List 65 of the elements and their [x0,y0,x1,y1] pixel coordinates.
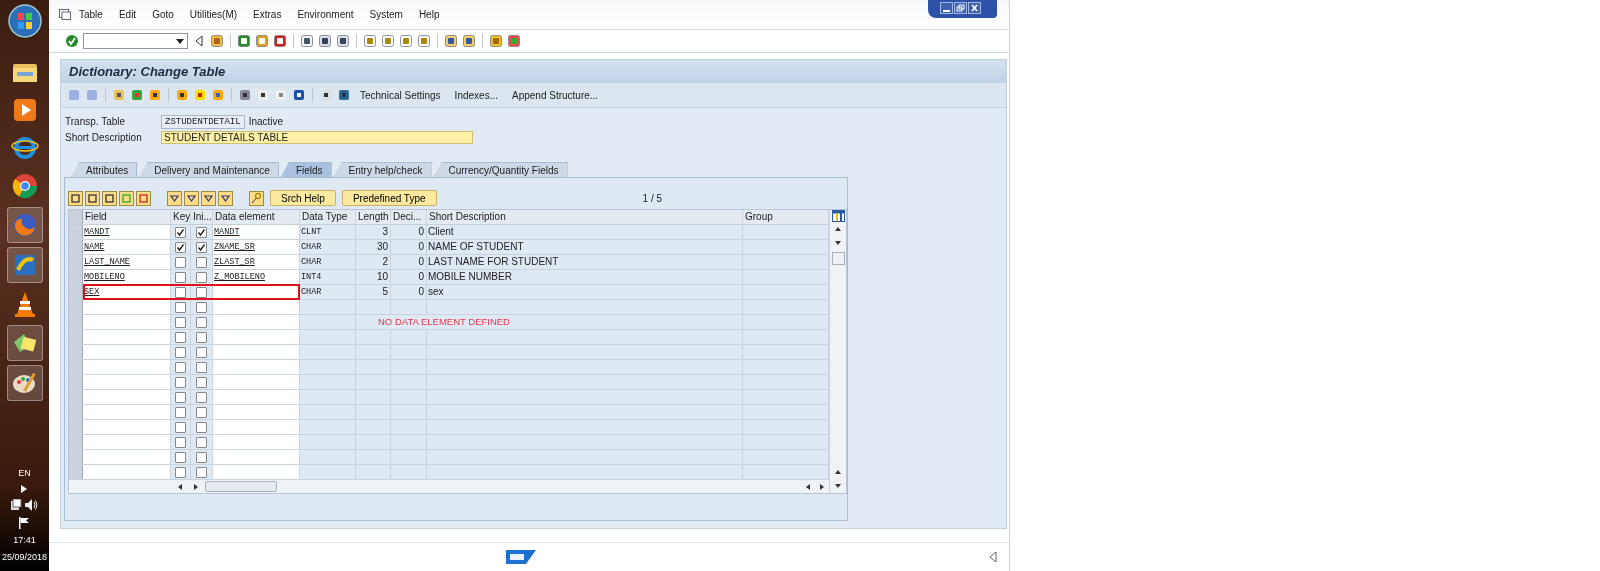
field-name-cell[interactable]: LAST_NAME [83,255,171,269]
language-indicator[interactable]: EN [18,468,31,479]
description-cell: LAST NAME FOR STUDENT [427,255,743,269]
description-field[interactable]: STUDENT DETAILS TABLE [161,131,473,144]
data-type-cell: INT4 [300,270,356,284]
length-cell: 30 [356,240,391,254]
length-cell: 2 [356,255,391,269]
column-header[interactable]: Field [83,210,171,224]
tab[interactable]: Fields [280,162,332,177]
field-name-cell[interactable]: MOBILENO [83,270,171,284]
data-element-cell[interactable]: MANDT [213,225,300,239]
table-toolbar-button[interactable]: Predefined Type [341,190,437,206]
tab[interactable]: Entry help/check [333,162,432,177]
menu-item[interactable]: Environment [289,9,362,20]
column-header[interactable]: Data Type [300,210,356,224]
toolbar-button[interactable]: Technical Settings [355,89,446,101]
data-type-cell: CHAR [300,255,356,269]
menu-item[interactable]: Edit [110,9,145,20]
tab[interactable]: Delivery and Maintenance [139,162,279,177]
decimals-cell: 0 [391,285,427,299]
decimals-cell: 0 [391,240,427,254]
description-cell: MOBILE NUMBER [427,270,743,284]
column-header[interactable]: Ini... [191,210,213,224]
menu-item[interactable]: Extras [245,9,290,20]
decimals-cell: 0 [391,255,427,269]
data-element-cell[interactable]: ZLAST_SR [213,255,300,269]
length-cell: 3 [356,225,391,239]
toolbar-button[interactable]: Indexes... [449,89,503,101]
screen-title: Dictionary: Change Table [69,64,226,79]
data-element-cell[interactable]: ZNAME_SR [213,240,300,254]
menu-item[interactable]: Table [71,9,111,20]
table-name-field: ZSTUDENTDETAIL [161,114,245,129]
menu-item[interactable]: Help [410,9,448,20]
decimals-cell: 0 [391,225,427,239]
tab[interactable]: Currency/Quantity Fields [433,162,568,177]
data-type-cell: CLNT [300,225,356,239]
data-element-cell[interactable]: Z_MOBILENO [213,270,300,284]
column-header[interactable]: Length [356,210,391,224]
description-cell: NAME OF STUDENT [427,240,743,254]
toolbar-button[interactable]: Append Structure... [506,89,604,101]
column-header[interactable]: Short Description [427,210,743,224]
field-name-cell[interactable]: NAME [83,240,171,254]
column-header[interactable]: Data element [213,210,300,224]
decimals-cell: 0 [391,270,427,284]
table-toolbar-button[interactable]: Srch Help [270,190,336,206]
menu-item[interactable]: Utilities(M) [181,9,246,20]
menu-item[interactable]: System [361,9,411,20]
data-type-cell: CHAR [300,240,356,254]
column-header[interactable]: Key [171,210,191,224]
menu-item[interactable]: Goto [144,9,182,20]
length-cell: 5 [356,285,391,299]
description-cell: Client [427,225,743,239]
field-name-cell[interactable]: MANDT [83,225,171,239]
field-label: Short Description [64,132,143,143]
tab[interactable]: Attributes [71,162,138,177]
status-text: Inactive [248,116,284,127]
annotation-text: NO DATA ELEMENT DEFINED [356,315,743,329]
data-type-cell: CHAR [300,285,356,299]
description-cell: sex [427,285,743,299]
clock-time[interactable]: 17:41 [13,535,36,546]
field-label: Transp. Table [64,116,127,127]
length-cell: 10 [356,270,391,284]
column-header[interactable]: Deci... [391,210,427,224]
entry-counter: 1 / 5 [642,192,663,204]
clock-date[interactable]: 25/09/2018 [1,552,47,563]
